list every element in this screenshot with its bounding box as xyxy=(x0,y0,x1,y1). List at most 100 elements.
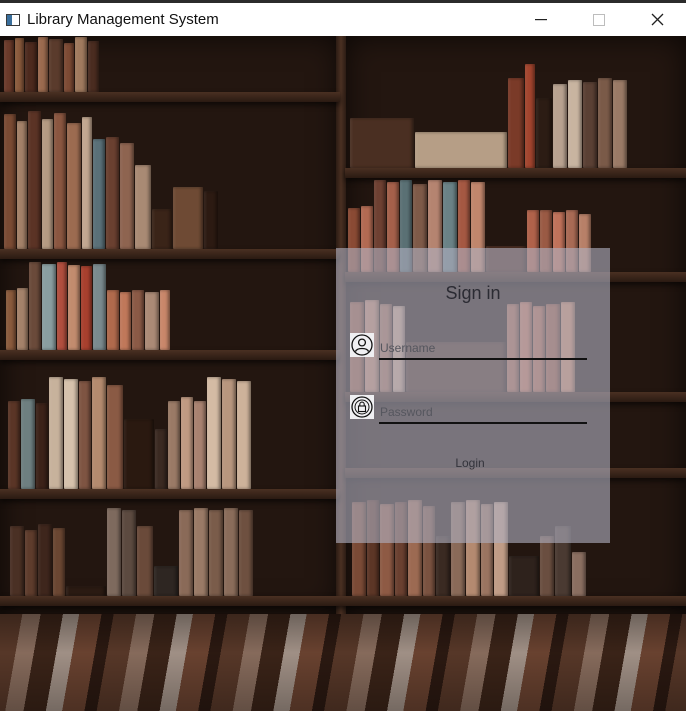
book xyxy=(88,41,99,92)
close-icon xyxy=(651,13,663,26)
signin-title: Sign in xyxy=(445,283,501,303)
book xyxy=(17,288,28,350)
app-icon xyxy=(6,13,20,26)
book xyxy=(120,292,131,350)
book xyxy=(66,586,106,596)
shelf xyxy=(0,350,340,360)
book xyxy=(25,42,37,92)
book xyxy=(122,510,136,596)
book xyxy=(53,528,65,596)
book xyxy=(350,118,414,168)
book xyxy=(135,165,151,249)
book xyxy=(42,264,56,350)
book xyxy=(15,38,24,92)
book-row xyxy=(350,56,628,168)
book xyxy=(38,524,52,596)
book xyxy=(107,385,123,489)
book xyxy=(132,290,144,350)
book xyxy=(57,262,67,350)
book xyxy=(10,526,24,596)
book xyxy=(137,526,153,596)
close-button[interactable] xyxy=(628,3,686,36)
book xyxy=(154,566,178,596)
password-field[interactable] xyxy=(379,402,587,424)
book xyxy=(106,137,119,249)
book xyxy=(194,508,208,596)
book xyxy=(28,111,41,249)
book xyxy=(82,117,92,249)
book xyxy=(49,39,63,92)
book xyxy=(508,78,524,168)
book xyxy=(509,556,539,596)
book xyxy=(64,379,78,489)
shelf xyxy=(0,489,340,499)
book xyxy=(120,143,134,249)
wooden-floor xyxy=(0,614,686,711)
lock-icon xyxy=(350,395,374,419)
window-titlebar: Library Management System xyxy=(0,0,686,36)
book xyxy=(21,399,35,489)
book xyxy=(209,510,223,596)
book xyxy=(8,401,20,489)
shelf xyxy=(0,92,340,102)
book xyxy=(160,290,170,350)
book xyxy=(613,80,627,168)
book xyxy=(75,37,87,92)
book xyxy=(93,139,105,249)
book xyxy=(93,264,106,350)
book xyxy=(4,114,16,249)
book xyxy=(79,381,91,489)
book xyxy=(4,40,14,92)
book xyxy=(29,262,41,350)
maximize-button[interactable] xyxy=(570,3,628,36)
minimize-button[interactable] xyxy=(512,3,570,36)
book-row xyxy=(6,261,171,350)
book xyxy=(237,381,251,489)
book xyxy=(568,80,582,168)
book-row xyxy=(4,106,219,249)
book-row xyxy=(4,36,100,92)
book xyxy=(207,377,221,489)
login-button[interactable]: Login xyxy=(446,452,494,474)
book xyxy=(536,98,552,168)
book xyxy=(239,510,253,596)
book xyxy=(553,84,567,168)
book xyxy=(49,377,63,489)
book xyxy=(6,290,16,350)
user-icon xyxy=(350,333,374,357)
username-field[interactable] xyxy=(379,338,587,360)
book xyxy=(168,401,180,489)
book xyxy=(145,292,159,350)
book xyxy=(68,265,80,350)
shelf xyxy=(0,596,686,606)
book xyxy=(81,266,92,350)
book xyxy=(583,82,597,168)
book-row xyxy=(10,506,254,596)
book-row xyxy=(8,376,252,489)
window-controls xyxy=(512,3,686,36)
book xyxy=(598,78,612,168)
maximize-icon xyxy=(593,13,605,26)
minimize-icon xyxy=(535,18,547,20)
window-title: Library Management System xyxy=(27,11,219,28)
shelf xyxy=(0,249,340,259)
book xyxy=(64,43,74,92)
book xyxy=(436,536,450,596)
book xyxy=(54,113,66,249)
book xyxy=(107,508,121,596)
book xyxy=(17,121,27,249)
book xyxy=(181,397,193,489)
book xyxy=(92,377,106,489)
book xyxy=(42,119,53,249)
book xyxy=(173,187,203,249)
book xyxy=(204,191,218,249)
book xyxy=(152,209,172,249)
book xyxy=(25,530,37,596)
book xyxy=(67,123,81,249)
book xyxy=(224,508,238,596)
book xyxy=(36,403,48,489)
book xyxy=(572,552,586,596)
login-panel: Sign in Login xyxy=(336,248,610,543)
book xyxy=(415,132,507,168)
book xyxy=(179,510,193,596)
